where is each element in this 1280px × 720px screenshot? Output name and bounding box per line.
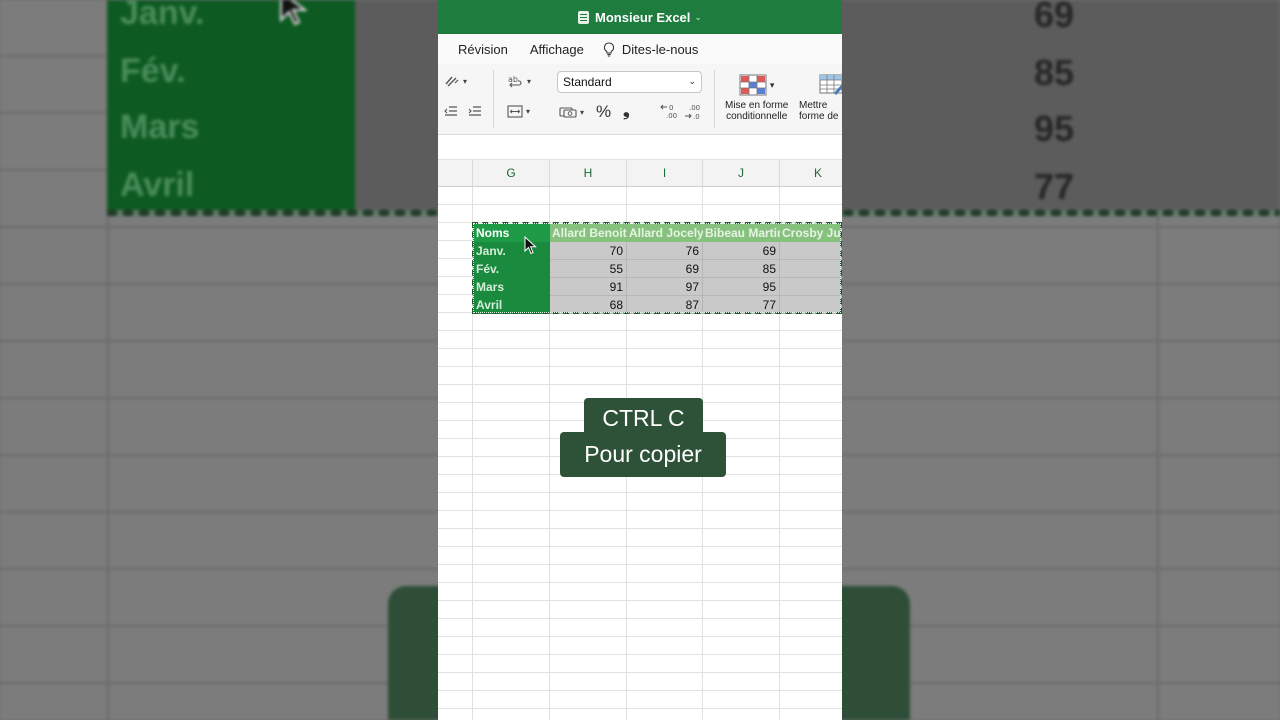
header-cell-person[interactable]: Crosby Julie: [780, 224, 842, 242]
chevron-down-icon[interactable]: ⌄: [694, 12, 702, 23]
column-header-j[interactable]: J: [702, 160, 779, 186]
tab-revision[interactable]: Révision: [458, 42, 508, 57]
header-cell-person[interactable]: Allard Benoit: [550, 224, 627, 242]
increase-indent-icon: [468, 106, 481, 116]
chevron-down-icon: ⌄: [688, 76, 696, 86]
format-table-label: forme de: [799, 111, 839, 122]
value-cell[interactable]: [780, 260, 842, 278]
bg-month-label: Avril: [120, 166, 195, 204]
value-cell[interactable]: 70: [550, 242, 627, 260]
value-cell[interactable]: 69: [627, 260, 703, 278]
accounting-format-button[interactable]: ▾: [559, 106, 584, 118]
title-bar: Monsieur Excel ⌄: [438, 0, 842, 34]
svg-text:.0: .0: [693, 113, 700, 120]
row-label[interactable]: Mars: [473, 278, 550, 296]
bg-number: 77: [1033, 166, 1074, 207]
format-table-label: Mettre: [799, 100, 828, 111]
svg-text:0: 0: [669, 104, 673, 112]
row-label[interactable]: Avril: [473, 296, 550, 314]
column-header-h[interactable]: H: [549, 160, 626, 186]
caret-down-icon: ▾: [527, 76, 532, 86]
ribbon-toolbar: ▾ ab ▾ Standard ⌄ ▾ ▾ % ❟ .00 0 .00 .0 ▾…: [438, 64, 842, 135]
wrap-text-button[interactable]: ab ▾: [508, 74, 531, 88]
header-cell-person[interactable]: Bibeau Martin: [703, 224, 780, 242]
number-format-select[interactable]: Standard ⌄: [557, 71, 702, 93]
conditional-format-label: conditionnelle: [726, 111, 788, 122]
text-orientation-icon: [445, 76, 459, 87]
bg-month-label: Mars: [120, 108, 200, 146]
value-cell[interactable]: 85: [703, 260, 780, 278]
window-title: Monsieur Excel: [595, 9, 691, 25]
divider: [493, 70, 494, 128]
orientation-button[interactable]: ▾: [444, 74, 467, 88]
conditional-formatting-icon: [739, 74, 767, 96]
value-cell[interactable]: 55: [550, 260, 627, 278]
bg-cursor-icon: [280, 0, 308, 26]
bg-number: 69: [1033, 0, 1074, 35]
header-cell-names[interactable]: Noms: [473, 224, 550, 242]
bg-number: 95: [1033, 108, 1074, 149]
wrap-text-icon: ab: [508, 75, 522, 88]
column-header-g[interactable]: G: [472, 160, 549, 186]
value-cell[interactable]: [780, 278, 842, 296]
value-cell[interactable]: [780, 242, 842, 260]
caption-line-2: Pour copier: [560, 432, 726, 477]
mouse-pointer-icon: [524, 236, 537, 255]
decrease-indent-icon: [444, 106, 457, 116]
increase-decimal-icon: .000: [660, 104, 677, 120]
conditional-formatting-button[interactable]: ▾ Mise en forme conditionnelle: [725, 74, 788, 122]
caret-down-icon: ▾: [463, 76, 468, 86]
row-label[interactable]: Janv.: [473, 242, 550, 260]
number-format-value: Standard: [563, 75, 612, 89]
column-headers: G H I J K: [438, 160, 842, 187]
value-cell[interactable]: 68: [550, 296, 627, 314]
format-as-table-icon: [819, 74, 842, 96]
comma-style-button[interactable]: ❟: [623, 101, 630, 121]
decrease-decimal-icon: .00.0: [685, 104, 700, 120]
tab-affichage[interactable]: Affichage: [530, 42, 584, 57]
value-cell[interactable]: [780, 296, 842, 314]
lightbulb-icon[interactable]: [602, 41, 616, 57]
caret-down-icon: ▾: [580, 107, 585, 117]
column-header-k[interactable]: K: [779, 160, 842, 186]
excel-window: Monsieur Excel ⌄ Révision Affichage Dite…: [438, 0, 842, 720]
svg-text:.00: .00: [689, 104, 700, 112]
bg-number: 85: [1033, 52, 1074, 93]
merge-cells-button[interactable]: ▾: [507, 105, 530, 118]
excel-doc-icon: [578, 10, 590, 24]
increase-indent-button[interactable]: [468, 105, 482, 117]
svg-text:.00: .00: [666, 112, 677, 120]
merge-cells-icon: [507, 105, 523, 118]
value-cell[interactable]: 87: [627, 296, 703, 314]
value-cell[interactable]: 76: [627, 242, 703, 260]
formula-bar-area[interactable]: [438, 135, 842, 160]
caret-down-icon: ▾: [769, 79, 775, 90]
svg-text:ab: ab: [508, 75, 518, 84]
row-label[interactable]: Fév.: [473, 260, 550, 278]
value-cell[interactable]: 69: [703, 242, 780, 260]
value-cell[interactable]: 91: [550, 278, 627, 296]
value-cell[interactable]: 77: [703, 296, 780, 314]
currency-icon: [559, 107, 577, 118]
tell-me-search[interactable]: Dites-le-nous: [622, 42, 699, 57]
column-header-i[interactable]: I: [626, 160, 702, 186]
increase-decimal-button[interactable]: .00 0: [660, 104, 678, 120]
ribbon-tabs: Révision Affichage Dites-le-nous: [438, 34, 842, 64]
caret-down-icon: ▾: [526, 107, 531, 116]
bg-month-label: Fév.: [120, 52, 186, 90]
decrease-decimal-button[interactable]: .00.0: [684, 104, 702, 120]
decrease-indent-button[interactable]: [444, 105, 458, 117]
value-cell[interactable]: 95: [703, 278, 780, 296]
conditional-format-label: Mise en forme: [725, 100, 789, 111]
format-as-table-button[interactable]: Mettre forme de: [799, 74, 842, 122]
percent-style-button[interactable]: %: [596, 102, 611, 122]
header-cell-person[interactable]: Allard Jocelyn: [627, 224, 703, 242]
bg-month-label: Janv.: [120, 0, 205, 32]
divider: [714, 70, 715, 128]
value-cell[interactable]: 97: [627, 278, 703, 296]
